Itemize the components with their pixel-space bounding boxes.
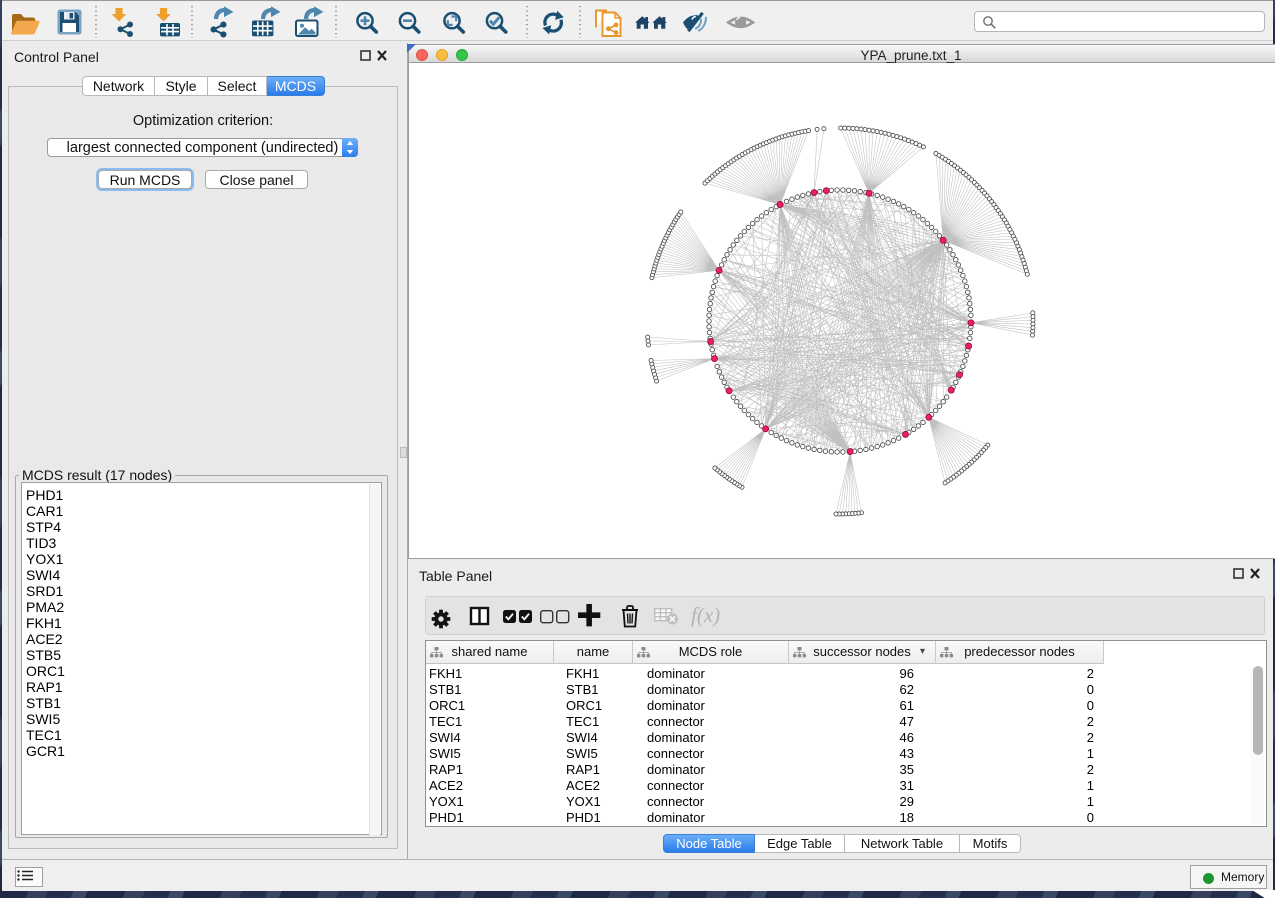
svg-text:f(x): f(x) bbox=[691, 603, 720, 627]
